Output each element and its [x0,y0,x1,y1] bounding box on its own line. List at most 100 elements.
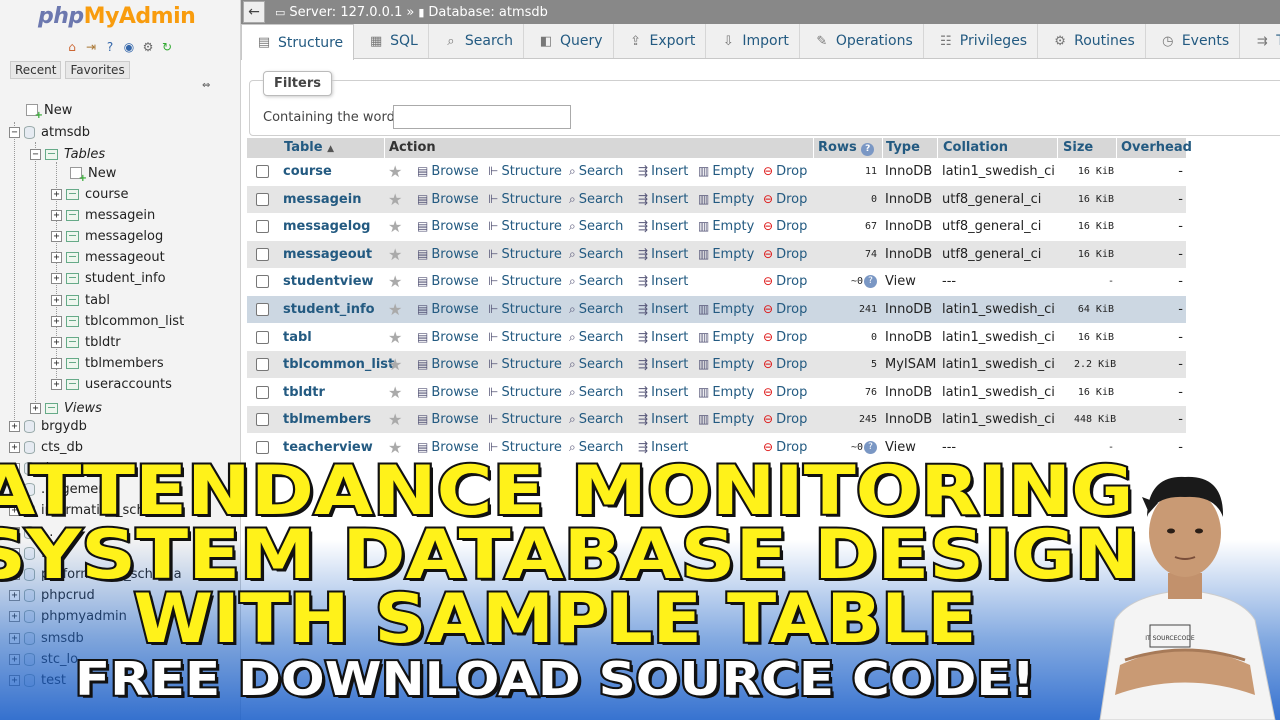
table-size[interactable]: 64 KiB [1074,304,1114,315]
collation[interactable]: latin1_swedish_ci [942,302,1055,317]
empty-link[interactable]: ▥ Empty [698,302,754,317]
filter-input[interactable] [393,105,571,129]
tab-structure[interactable]: ▤ Structure [241,24,355,60]
search-link[interactable]: ⌕ Search [569,330,623,345]
search-link[interactable]: ⌕ Search [569,164,623,179]
expand-toggle-icon[interactable]: + [51,336,62,348]
empty-link[interactable]: ▥ Empty [698,330,754,345]
table-name-link[interactable]: studentview [283,274,374,289]
tree-table-item[interactable]: + tabl [51,290,110,310]
tab-routines[interactable]: ⚙ Routines [1038,24,1146,58]
row-checkbox[interactable] [256,303,269,316]
row-checkbox[interactable] [256,385,269,399]
favorite-star-icon[interactable]: ★ [388,217,402,236]
collapse-toggle-icon[interactable]: − [30,148,41,160]
browse-link[interactable]: ▤ Browse [417,192,479,207]
search-link[interactable]: ⌕ Search [569,192,623,207]
search-link[interactable]: ⌕ Search [569,219,623,234]
favorite-star-icon[interactable]: ★ [388,190,402,209]
insert-link[interactable]: ⇶ Insert [638,219,688,234]
browse-link[interactable]: ▤ Browse [417,385,479,400]
tab-operations[interactable]: ✎ Operations [800,24,924,58]
back-arrow-icon[interactable]: ← [243,1,265,23]
browse-link[interactable]: ▤ Browse [417,302,479,317]
header-type[interactable]: Type [886,140,920,155]
tree-table-item[interactable]: + tblcommon_list [51,311,184,331]
table-name-link[interactable]: course [283,164,332,179]
row-checkbox[interactable] [256,192,269,206]
collation[interactable]: latin1_swedish_ci [942,330,1055,345]
expand-toggle-icon[interactable]: + [51,188,62,200]
table-name-link[interactable]: messagelog [283,219,370,234]
table-size[interactable]: 16 KiB [1074,332,1114,343]
tree-db-item[interactable]: + brgydb [9,416,87,436]
table-size[interactable]: 2.2 KiB [1074,359,1116,370]
tree-table-item[interactable]: + course [51,184,128,204]
expand-toggle-icon[interactable]: + [30,402,41,414]
drop-link[interactable]: ⊖ Drop [763,219,807,234]
help-icon[interactable]: ? [102,39,118,55]
expand-toggle-icon[interactable]: + [51,252,62,264]
structure-link[interactable]: ⊩ Structure [488,192,562,207]
table-name-link[interactable]: messageout [283,247,372,262]
table-name-link[interactable]: tbldtr [283,385,325,400]
insert-link[interactable]: ⇶ Insert [638,192,688,207]
search-link[interactable]: ⌕ Search [569,412,623,427]
expand-toggle-icon[interactable]: + [51,358,62,370]
browse-link[interactable]: ▤ Browse [417,164,479,179]
structure-link[interactable]: ⊩ Structure [488,357,562,372]
breadcrumb-database[interactable]: Database: atmsdb [428,5,548,20]
tree-views-group[interactable]: + Views [30,398,102,418]
table-name-link[interactable]: tblcommon_list [283,357,394,372]
structure-link[interactable]: ⊩ Structure [488,164,562,179]
tab-export[interactable]: ⇪ Export [614,24,707,58]
insert-link[interactable]: ⇶ Insert [638,302,688,317]
table-name-link[interactable]: messagein [283,192,361,207]
header-collation[interactable]: Collation [943,140,1008,155]
expand-toggle-icon[interactable]: + [51,315,62,327]
browse-link[interactable]: ▤ Browse [417,219,479,234]
phpmyadmin-logo[interactable]: phpMyAdmin [38,4,196,29]
tab-import[interactable]: ⇩ Import [706,24,800,58]
favorite-star-icon[interactable]: ★ [388,383,402,402]
tree-db-atmsdb[interactable]: − atmsdb [9,122,90,142]
row-checkbox[interactable] [256,358,269,372]
favorite-star-icon[interactable]: ★ [388,355,402,374]
recent-button[interactable]: Recent [10,61,62,79]
search-link[interactable]: ⌕ Search [569,357,623,372]
header-rows[interactable]: Rows ? [818,140,875,156]
tree-table-item[interactable]: + tbldtr [51,332,121,352]
insert-link[interactable]: ⇶ Insert [638,385,688,400]
structure-link[interactable]: ⊩ Structure [488,412,562,427]
table-size[interactable]: 16 KiB [1074,249,1114,260]
expand-toggle-icon[interactable]: + [51,294,62,306]
tab-privileges[interactable]: ☷ Privileges [924,24,1039,58]
collation[interactable]: utf8_general_ci [942,219,1041,234]
drop-link[interactable]: ⊖ Drop [763,412,807,427]
favorite-star-icon[interactable]: ★ [388,272,402,291]
empty-link[interactable]: ▥ Empty [698,192,754,207]
empty-link[interactable]: ▥ Empty [698,357,754,372]
tab-sql[interactable]: ▦ SQL [354,24,429,58]
favorite-star-icon[interactable]: ★ [388,328,402,347]
table-size[interactable]: 16 KiB [1074,194,1114,205]
tree-table-item[interactable]: + messageout [51,248,165,268]
collation[interactable]: latin1_swedish_ci [942,412,1055,427]
table-size[interactable]: - [1074,276,1114,287]
table-name-link[interactable]: tblmembers [283,412,371,427]
collapse-toggle-icon[interactable]: − [9,126,20,138]
empty-link[interactable]: ▥ Empty [698,247,754,262]
structure-link[interactable]: ⊩ Structure [488,385,562,400]
row-checkbox[interactable] [256,413,269,427]
drop-link[interactable]: ⊖ Drop [763,330,807,345]
browse-link[interactable]: ▤ Browse [417,412,479,427]
expand-toggle-icon[interactable]: + [51,209,62,221]
tree-new-database[interactable]: New [26,100,72,121]
header-table[interactable]: Table ▲ [284,140,334,155]
collation[interactable]: utf8_general_ci [942,192,1041,207]
row-checkbox[interactable] [256,247,269,261]
tree-table-item[interactable]: + useraccounts [51,375,172,395]
browse-link[interactable]: ▤ Browse [417,274,479,289]
collation[interactable]: latin1_swedish_ci [942,164,1055,179]
drop-link[interactable]: ⊖ Drop [763,357,807,372]
